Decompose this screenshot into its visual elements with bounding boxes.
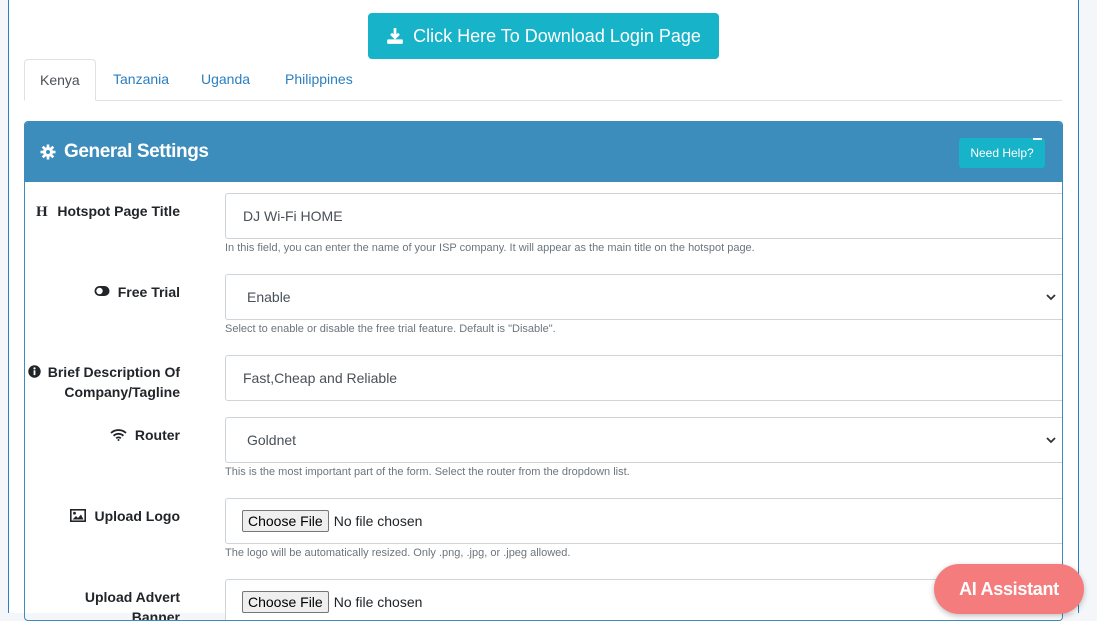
upload-logo-help: The logo will be automatically resized. … [225, 547, 571, 559]
download-icon [387, 28, 403, 44]
chevron-down-icon [1046, 294, 1056, 301]
tab-kenya[interactable]: Kenya [24, 59, 96, 101]
main-content: Click Here To Download Login Page Kenya … [8, 0, 1079, 621]
hotspot-title-help: In this field, you can enter the name of… [225, 242, 755, 254]
hotspot-title-input[interactable]: DJ Wi-Fi HOME [225, 193, 1062, 239]
country-tabs: Kenya Tanzania Uganda Philippines [24, 59, 1062, 101]
upload-logo-label: Upload Logo [35, 506, 180, 526]
info-icon [28, 365, 41, 378]
free-trial-label: Free Trial [35, 282, 180, 302]
choose-file-button[interactable]: Choose File [242, 591, 329, 613]
image-icon [70, 509, 87, 522]
router-help: This is the most important part of the f… [225, 466, 630, 478]
general-settings-card: General Settings Need Help? H Hotspot Pa… [24, 121, 1063, 621]
toggle-icon [94, 286, 110, 296]
tab-uganda[interactable]: Uganda [186, 59, 265, 101]
upload-advert-label: Upload Advert Banner [84, 589, 180, 621]
download-login-page-button[interactable]: Click Here To Download Login Page [368, 13, 719, 59]
card-title-text: General Settings [64, 141, 209, 162]
free-trial-help: Select to enable or disable the free tri… [225, 323, 556, 335]
upload-logo-input[interactable]: Choose File No file chosen [225, 498, 1062, 544]
need-help-button[interactable]: Need Help? [959, 138, 1045, 168]
free-trial-select[interactable]: Enable [225, 274, 1062, 320]
free-trial-value: Enable [247, 289, 291, 305]
card-header: General Settings Need Help? [25, 122, 1062, 182]
gear-icon [40, 144, 56, 160]
router-select[interactable]: Goldnet [225, 417, 1062, 463]
advert-file-status: No file chosen [333, 594, 423, 610]
hotspot-title-label: H Hotspot Page Title [36, 203, 180, 219]
tab-tanzania[interactable]: Tanzania [98, 59, 184, 101]
tab-philippines[interactable]: Philippines [270, 59, 368, 101]
download-button-label: Click Here To Download Login Page [413, 25, 701, 46]
heading-icon: H [36, 204, 48, 218]
hotspot-title-value: DJ Wi-Fi HOME [243, 208, 343, 224]
logo-file-status: No file chosen [333, 513, 423, 529]
chevron-down-icon [1046, 437, 1056, 444]
scrollbar[interactable] [1080, 0, 1097, 613]
router-label: Router [35, 425, 180, 445]
svg-text:H: H [36, 204, 48, 218]
description-input[interactable]: Fast,Cheap and Reliable [225, 355, 1062, 401]
choose-file-button[interactable]: Choose File [242, 510, 329, 532]
wifi-icon [110, 429, 127, 441]
card-title: General Settings [40, 141, 209, 163]
description-value: Fast,Cheap and Reliable [243, 370, 398, 386]
router-value: Goldnet [247, 432, 297, 448]
collapse-icon[interactable] [1033, 138, 1042, 140]
description-label: Brief Description Of Company/Tagline [27, 362, 180, 402]
ai-assistant-button[interactable]: AI Assistant [934, 564, 1084, 614]
